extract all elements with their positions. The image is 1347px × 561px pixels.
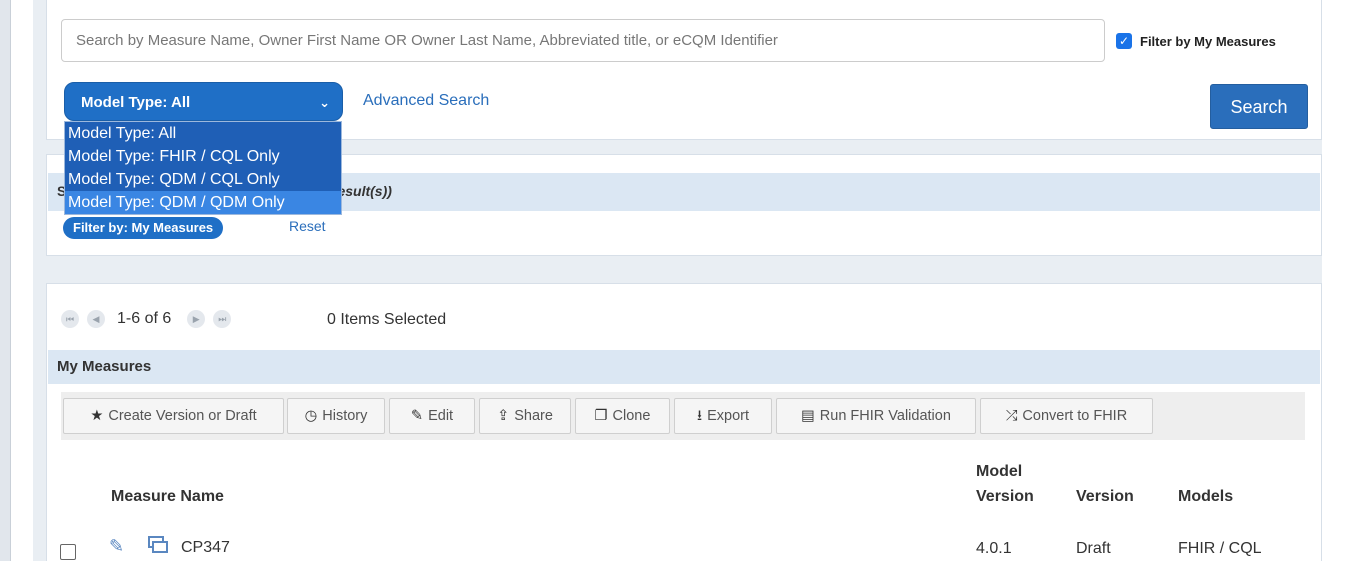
run-fhir-validation-label: Run FHIR Validation: [819, 408, 951, 424]
edit-label: Edit: [428, 408, 454, 424]
model-version-cell: 4.0.1: [976, 540, 1012, 557]
first-page-icon[interactable]: ⏮: [61, 310, 79, 328]
create-version-label: Create Version or Draft: [108, 408, 257, 424]
pager: ⏮ ◀ 1-6 of 6 ▶ ⏭: [61, 310, 239, 328]
convert-to-fhir-button[interactable]: ⤮ Convert to FHIR: [980, 398, 1153, 434]
share-icon: ⇪: [497, 408, 510, 424]
edit-icon: ✎: [410, 408, 424, 424]
clone-label: Clone: [612, 408, 651, 424]
measure-toolbar: ★ Create Version or Draft ◷ History ✎ Edit …: [61, 392, 1305, 440]
prev-page-icon[interactable]: ◀: [87, 310, 105, 328]
clone-button[interactable]: ❐ Clone: [575, 398, 670, 434]
convert-to-fhir-label: Convert to FHIR: [1022, 408, 1128, 424]
row-checkbox[interactable]: [60, 544, 76, 560]
measure-name-cell[interactable]: CP347: [181, 539, 230, 557]
model-type-select[interactable]: Model Type: All ⌄: [64, 82, 343, 121]
search-panel: ✓ Filter by My Measures Model Type: All …: [46, 0, 1322, 140]
star-icon: ★: [90, 408, 104, 424]
search-button[interactable]: Search: [1210, 84, 1308, 129]
col-models[interactable]: Models: [1178, 488, 1233, 506]
col-version[interactable]: Version: [1076, 488, 1134, 506]
section-title: My Measures: [48, 350, 1320, 384]
model-type-option-qdm-qdm[interactable]: Model Type: QDM / QDM Only: [65, 191, 341, 214]
col-model-version-line1[interactable]: Model: [976, 463, 1022, 481]
model-type-option-all[interactable]: Model Type: All: [65, 122, 341, 145]
shuffle-icon: ⤮: [1005, 408, 1018, 424]
create-version-button[interactable]: ★ Create Version or Draft: [63, 398, 284, 434]
filter-pill[interactable]: Filter by: My Measures: [63, 217, 224, 239]
versions-icon[interactable]: [148, 536, 170, 558]
next-page-icon[interactable]: ▶: [187, 310, 206, 328]
export-icon: ⭳: [697, 408, 703, 424]
model-type-option-qdm-cql[interactable]: Model Type: QDM / CQL Only: [65, 168, 341, 191]
document-icon: ▤: [801, 408, 815, 424]
measures-table-panel: ⏮ ◀ 1-6 of 6 ▶ ⏭ 0 Items Selected My Mea…: [46, 283, 1322, 561]
export-button[interactable]: ⭳ Export: [674, 398, 772, 434]
col-measure-name[interactable]: Measure Name: [111, 488, 224, 506]
col-model-version-line2[interactable]: Version: [976, 488, 1034, 506]
models-cell: FHIR / CQL: [1178, 540, 1262, 557]
edit-button[interactable]: ✎ Edit: [389, 398, 475, 434]
share-button[interactable]: ⇪ Share: [479, 398, 571, 434]
advanced-search-link[interactable]: Advanced Search: [363, 92, 489, 110]
filter-my-measures-checkbox[interactable]: ✓ Filter by My Measures: [1116, 33, 1276, 49]
history-label: History: [322, 408, 368, 424]
clock-icon: ◷: [304, 408, 318, 424]
reset-link[interactable]: Reset: [289, 218, 326, 234]
pencil-icon[interactable]: ✎: [109, 536, 124, 557]
history-button[interactable]: ◷ History: [287, 398, 385, 434]
pager-range: 1-6 of 6: [117, 310, 172, 327]
model-type-select-value: Model Type: All: [81, 94, 191, 111]
share-label: Share: [514, 408, 553, 424]
version-cell: Draft: [1076, 540, 1111, 557]
clone-icon: ❐: [594, 408, 608, 424]
model-type-dropdown-list: Model Type: All Model Type: FHIR / CQL O…: [64, 121, 342, 215]
filter-my-measures-label: Filter by My Measures: [1140, 33, 1276, 49]
export-label: Export: [707, 408, 749, 424]
chevron-down-icon: ⌄: [319, 95, 330, 110]
search-input[interactable]: [61, 19, 1105, 62]
checkmark-icon: ✓: [1116, 33, 1132, 49]
run-fhir-validation-button[interactable]: ▤ Run FHIR Validation: [776, 398, 976, 434]
page-content: ✓ Filter by My Measures Model Type: All …: [33, 0, 1322, 561]
items-selected-count: 0 Items Selected: [327, 311, 447, 328]
model-type-option-fhir-cql[interactable]: Model Type: FHIR / CQL Only: [65, 145, 341, 168]
left-rail: [0, 0, 11, 561]
last-page-icon[interactable]: ⏭: [213, 310, 232, 328]
